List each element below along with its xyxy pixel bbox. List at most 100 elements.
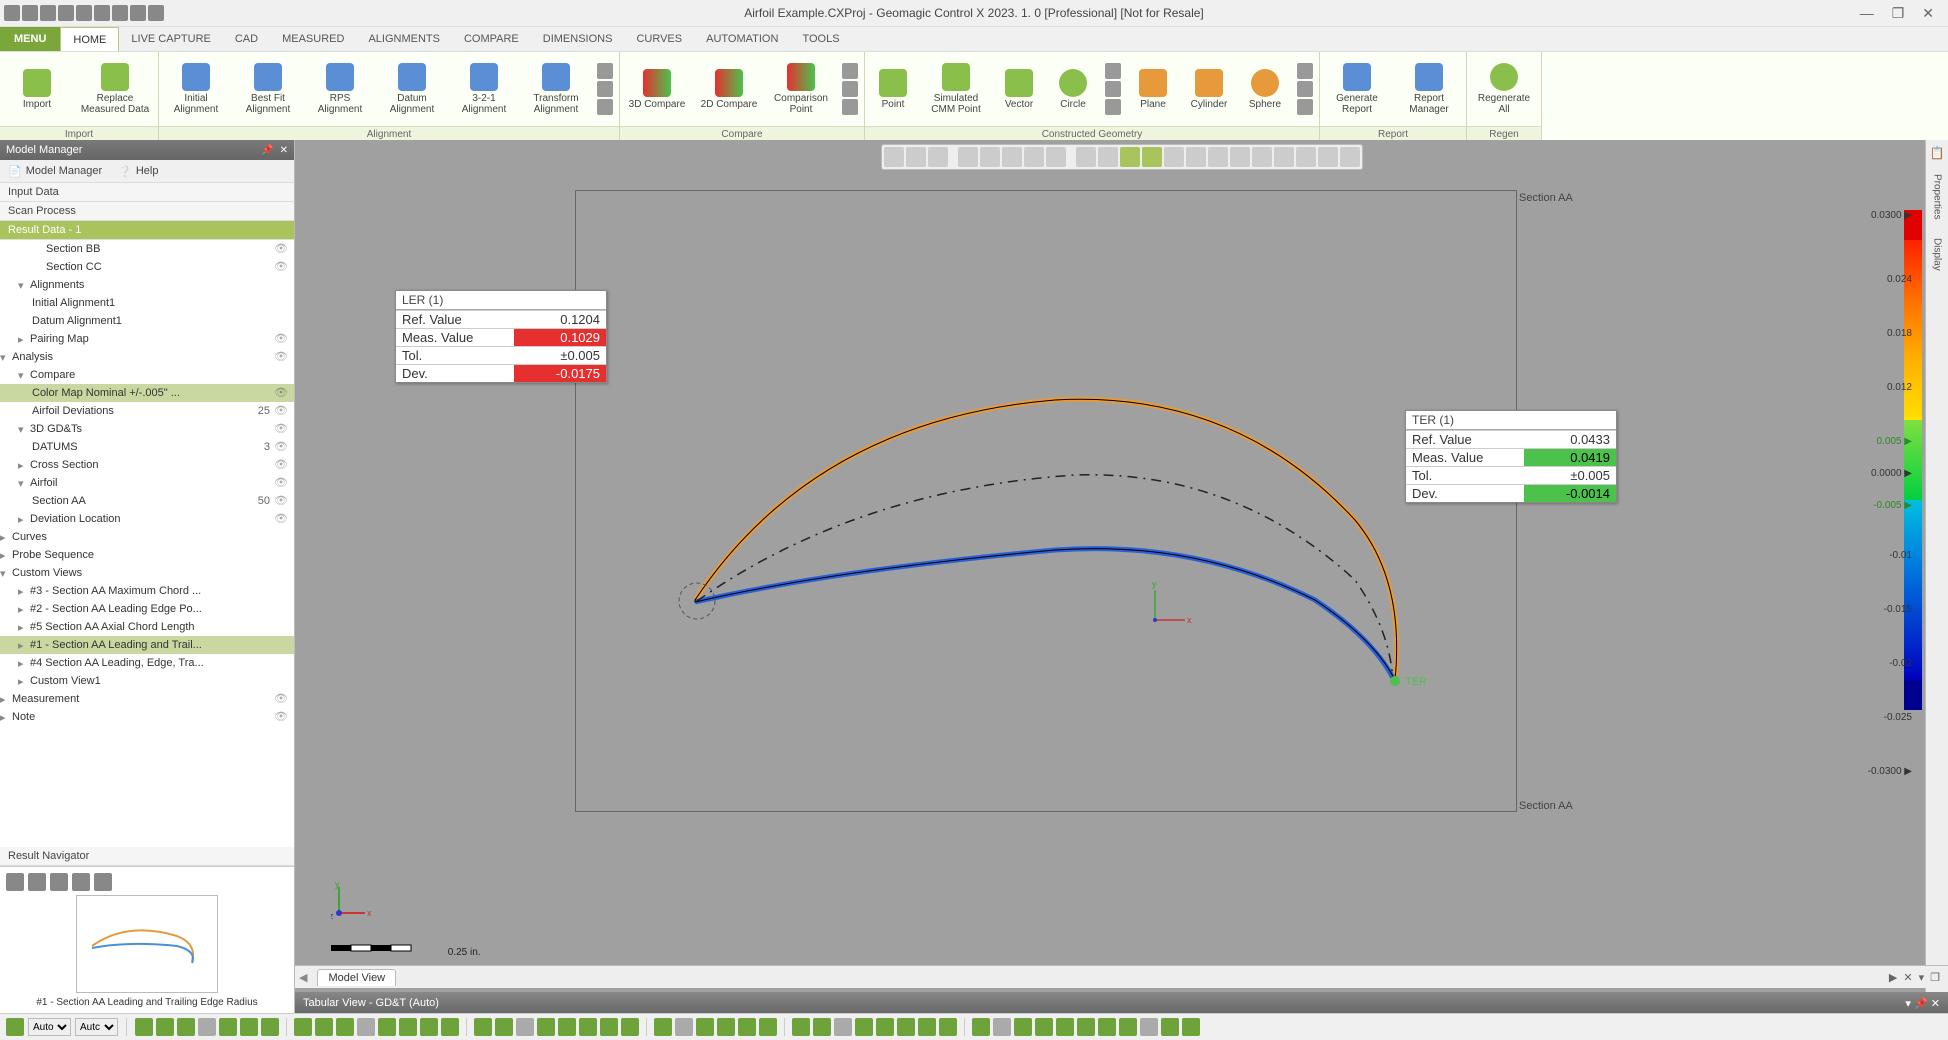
qat-save-icon[interactable] <box>58 5 74 21</box>
status-tool-icon[interactable] <box>294 1018 312 1036</box>
vp-tool-icon[interactable] <box>1002 147 1022 167</box>
tree-item[interactable]: ▸ Probe Sequence <box>0 546 294 564</box>
status-tool-icon[interactable] <box>897 1018 915 1036</box>
visibility-icon[interactable]: 👁 <box>274 350 288 364</box>
minimize-button[interactable]: — <box>1860 5 1874 22</box>
tree-item[interactable]: ▾ Analysis👁 <box>0 348 294 366</box>
mini-icon[interactable] <box>842 99 858 115</box>
vp-tool-icon[interactable] <box>1024 147 1044 167</box>
qat-export-icon[interactable] <box>112 5 128 21</box>
tree-item[interactable]: Datum Alignment1 <box>0 312 294 330</box>
visibility-icon[interactable]: 👁 <box>274 422 288 436</box>
vector-button[interactable]: Vector <box>997 67 1041 112</box>
status-tool-icon[interactable] <box>759 1018 777 1036</box>
tab-dimensions[interactable]: DIMENSIONS <box>531 27 625 51</box>
status-auto1-select[interactable]: Auto <box>28 1018 71 1036</box>
status-tool-icon[interactable] <box>621 1018 639 1036</box>
vp-tool-icon[interactable] <box>1252 147 1272 167</box>
tree-item[interactable]: ▸ Deviation Location👁 <box>0 510 294 528</box>
mini-icon[interactable] <box>1105 99 1121 115</box>
status-tool-icon[interactable] <box>717 1018 735 1036</box>
status-tool-icon[interactable] <box>315 1018 333 1036</box>
status-tool-icon[interactable] <box>156 1018 174 1036</box>
transform-alignment-button[interactable]: Transform Alignment <box>525 61 587 117</box>
status-tool-icon[interactable] <box>855 1018 873 1036</box>
vp-tool-icon[interactable] <box>1164 147 1184 167</box>
tree-item[interactable]: ▸ #1 - Section AA Leading and Trail... <box>0 636 294 654</box>
mini-icon[interactable] <box>1297 99 1313 115</box>
tree-item[interactable]: ▸ Measurement👁 <box>0 690 294 708</box>
status-tool-icon[interactable] <box>1140 1018 1158 1036</box>
section-result-navigator[interactable]: Result Navigator <box>0 847 294 866</box>
vp-tool-icon[interactable] <box>980 147 1000 167</box>
status-tool-icon[interactable] <box>1182 1018 1200 1036</box>
bestfit-alignment-button[interactable]: Best Fit Alignment <box>237 61 299 117</box>
status-tool-icon[interactable] <box>939 1018 957 1036</box>
tree-item[interactable]: ▸ Note👁 <box>0 708 294 726</box>
status-tool-icon[interactable] <box>1035 1018 1053 1036</box>
replace-measured-data-button[interactable]: Replace Measured Data <box>78 61 152 117</box>
status-tool-icon[interactable] <box>558 1018 576 1036</box>
vp-tool-icon[interactable] <box>1340 147 1360 167</box>
321-alignment-button[interactable]: 3-2-1 Alignment <box>453 61 515 117</box>
tab-close-icon[interactable]: ✕ <box>1903 971 1912 984</box>
tab-live-capture[interactable]: LIVE CAPTURE <box>119 27 222 51</box>
visibility-icon[interactable]: 👁 <box>274 386 288 400</box>
comparison-point-button[interactable]: Comparison Point <box>770 61 832 117</box>
mini-icon[interactable] <box>1105 81 1121 97</box>
datum-alignment-button[interactable]: Datum Alignment <box>381 61 443 117</box>
tabular-close-icon[interactable]: ✕ <box>1931 998 1940 1010</box>
visibility-icon[interactable]: 👁 <box>274 332 288 346</box>
mini-icon[interactable] <box>597 63 613 79</box>
tab-curves[interactable]: CURVES <box>624 27 694 51</box>
vp-tool-icon[interactable] <box>958 147 978 167</box>
tab-nav-icon[interactable]: ▶ <box>1889 971 1897 984</box>
tree-item[interactable]: DATUMS3👁 <box>0 438 294 456</box>
tab-help[interactable]: ❔ Help <box>110 165 166 178</box>
vp-tool-icon[interactable] <box>906 147 926 167</box>
status-tool-icon[interactable] <box>972 1018 990 1036</box>
vp-tool-icon[interactable] <box>1274 147 1294 167</box>
tree-item[interactable]: Color Map Nominal +/-.005" ...👁 <box>0 384 294 402</box>
status-tool-icon[interactable] <box>993 1018 1011 1036</box>
qat-open-icon[interactable] <box>40 5 56 21</box>
tree-item[interactable]: ▾ Compare <box>0 366 294 384</box>
status-tool-icon[interactable] <box>876 1018 894 1036</box>
tab-alignments[interactable]: ALIGNMENTS <box>356 27 452 51</box>
tree-item[interactable]: ▾ 3D GD&Ts👁 <box>0 420 294 438</box>
qat-redo-icon[interactable] <box>130 5 146 21</box>
visibility-icon[interactable]: 👁 <box>274 476 288 490</box>
model-tree[interactable]: Section BB👁Section CC👁▾ AlignmentsInitia… <box>0 240 294 847</box>
tree-item[interactable]: ▾ Airfoil👁 <box>0 474 294 492</box>
status-tool-icon[interactable] <box>1098 1018 1116 1036</box>
status-tool-icon[interactable] <box>177 1018 195 1036</box>
mini-icon[interactable] <box>1297 81 1313 97</box>
qat-dropdown-icon[interactable] <box>148 5 164 21</box>
mini-icon[interactable] <box>842 81 858 97</box>
status-tool-icon[interactable] <box>1056 1018 1074 1036</box>
nav-icon[interactable] <box>6 873 24 891</box>
tab-nav-left-icon[interactable]: ◀ <box>295 971 311 984</box>
visibility-icon[interactable]: 👁 <box>274 512 288 526</box>
tabular-menu-icon[interactable]: ▾ <box>1905 998 1911 1010</box>
generate-report-button[interactable]: Generate Report <box>1326 61 1388 117</box>
3d-compare-button[interactable]: 3D Compare <box>626 67 688 112</box>
tree-item[interactable]: Section BB👁 <box>0 240 294 258</box>
tab-max-icon[interactable]: ❐ <box>1930 971 1940 984</box>
status-tool-icon[interactable] <box>813 1018 831 1036</box>
status-tool-icon[interactable] <box>918 1018 936 1036</box>
status-tool-icon[interactable] <box>474 1018 492 1036</box>
qat-saveall-icon[interactable] <box>76 5 92 21</box>
status-tool-icon[interactable] <box>420 1018 438 1036</box>
vp-tool-icon[interactable] <box>1186 147 1206 167</box>
status-tool-icon[interactable] <box>495 1018 513 1036</box>
status-tool-icon[interactable] <box>261 1018 279 1036</box>
nav-icon[interactable] <box>50 873 68 891</box>
panel-pin-icon[interactable]: 📌 <box>261 145 273 156</box>
vp-tool-icon[interactable] <box>1076 147 1096 167</box>
tabular-pin-icon[interactable]: 📌 <box>1914 998 1928 1010</box>
visibility-icon[interactable]: 👁 <box>274 404 288 418</box>
tabular-view-bar[interactable]: Tabular View - GD&T (Auto) ▾ 📌 ✕ <box>295 992 1948 1014</box>
mini-icon[interactable] <box>1105 63 1121 79</box>
tab-model-manager[interactable]: 📄 Model Manager <box>0 165 110 178</box>
